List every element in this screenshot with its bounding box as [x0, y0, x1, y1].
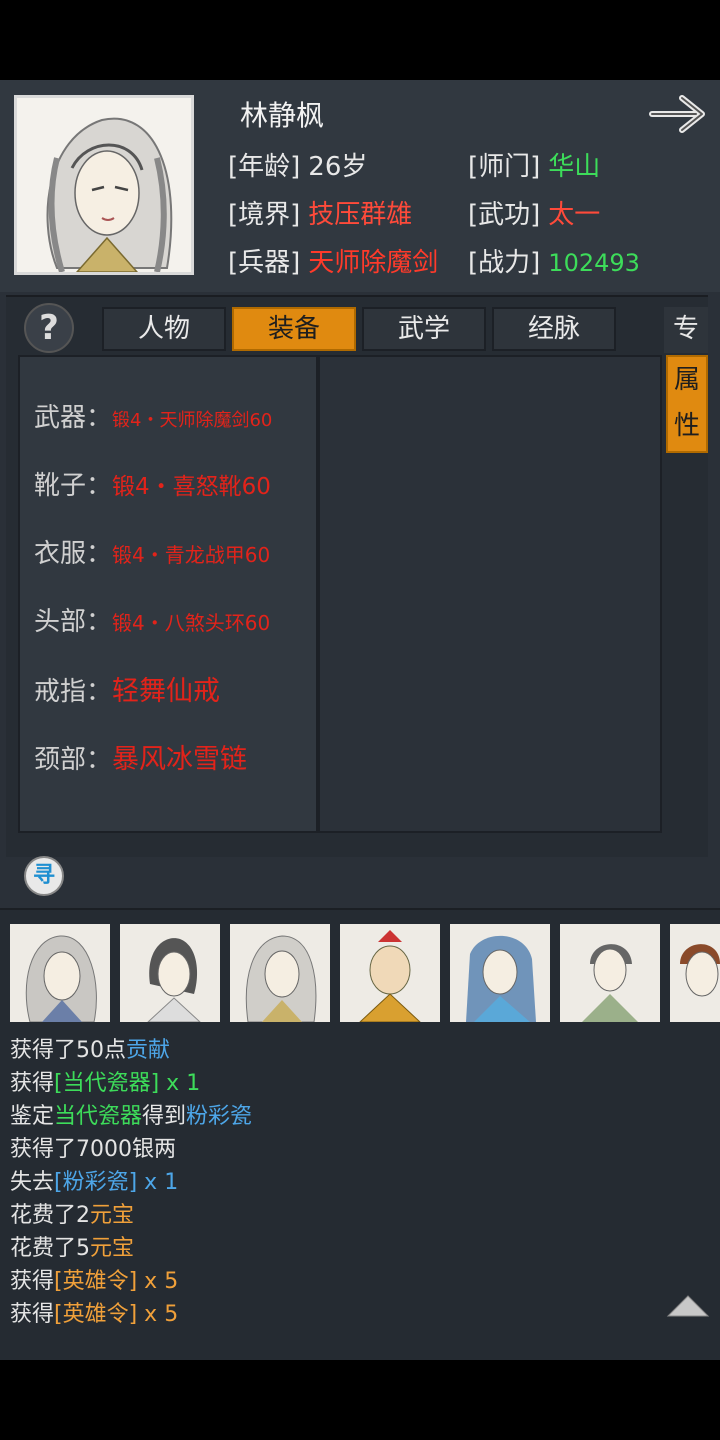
equip-slot-label: 靴子： — [34, 471, 113, 501]
weapon-row: [兵器] 天师除魔剑 — [228, 242, 438, 279]
log-line: 获得了7000银两 — [10, 1137, 176, 1162]
school-row: [师门] 华山 — [468, 146, 600, 183]
character-portrait[interactable] — [14, 95, 194, 275]
side-tab-attributes-char2: 性 — [673, 411, 700, 441]
weapon-label: [兵器] — [228, 248, 301, 278]
equip-row-boots[interactable]: 靴子：锻4・喜怒靴60 — [34, 465, 271, 502]
log-line: 花费了2元宝 — [10, 1203, 135, 1228]
portrait-illustration — [17, 98, 191, 272]
equip-item-name: 轻舞仙戒 — [112, 676, 221, 707]
log-line: 获得[英雄令] x 5 — [10, 1269, 179, 1294]
equip-item-name: 锻4・青龙战甲60 — [112, 543, 271, 567]
search-icon[interactable]: 寻 — [24, 856, 64, 896]
character-thumbnail[interactable] — [670, 924, 720, 1022]
equipment-detail-pane — [318, 355, 662, 833]
thumbnail-illustration — [450, 924, 550, 1022]
realm-value: 技压群雄 — [308, 200, 413, 230]
thumbnail-illustration — [10, 924, 110, 1022]
equipment-list: 武器：锻4・天师除魔剑60 靴子：锻4・喜怒靴60 衣服：锻4・青龙战甲60 头… — [18, 355, 318, 833]
message-log-area: 获得了50点贡献 获得[当代瓷器] x 1 鉴定当代瓷器得到粉彩瓷 获得了700… — [0, 908, 720, 1360]
character-thumbnail[interactable] — [10, 924, 110, 1022]
character-thumbnail[interactable] — [560, 924, 660, 1022]
arrow-right-icon[interactable] — [648, 92, 710, 136]
age-row: [年龄] 26岁 — [228, 146, 367, 183]
character-thumbnail[interactable] — [340, 924, 440, 1022]
thumbnail-illustration — [120, 924, 220, 1022]
martial-row: [武功] 太一 — [468, 194, 600, 231]
log-line: 花费了5元宝 — [10, 1236, 135, 1261]
martial-label: [武功] — [468, 200, 541, 230]
age-value: 26岁 — [308, 152, 368, 182]
character-thumbnail-strip — [10, 924, 720, 1022]
log-line: 获得了50点贡献 — [10, 1038, 171, 1063]
equip-row-weapon[interactable]: 武器：锻4・天师除魔剑60 — [34, 397, 272, 434]
tab-equipment[interactable]: 装备 — [232, 307, 356, 351]
martial-value: 太一 — [548, 200, 601, 230]
equip-item-name: 锻4・八煞头环60 — [112, 611, 271, 635]
realm-label: [境界] — [228, 200, 301, 230]
equipment-panel: ? 人物 装备 武学 经脉 专 属 性 武器：锻4・天师除魔剑60 靴子：锻4・… — [6, 295, 708, 857]
thumbnail-illustration — [560, 924, 660, 1022]
school-value: 华山 — [548, 152, 601, 182]
tab-martial-arts[interactable]: 武学 — [362, 307, 486, 351]
realm-row: [境界] 技压群雄 — [228, 194, 412, 231]
side-tab-attributes-char1: 属 — [673, 365, 700, 395]
game-screen: 林静枫 [年龄] 26岁 [师门] 华山 [境界] 技压群雄 [武功] 太一 [兵器] 天… — [0, 80, 720, 1360]
character-thumbnail[interactable] — [230, 924, 330, 1022]
equip-item-name: 暴风冰雪链 — [112, 744, 248, 775]
equip-row-ring[interactable]: 戒指：轻舞仙戒 — [34, 669, 220, 708]
age-label: [年龄] — [228, 152, 301, 182]
equip-slot-label: 颈部： — [34, 745, 113, 775]
equip-row-neck[interactable]: 颈部：暴风冰雪链 — [34, 737, 247, 776]
weapon-value: 天师除魔剑 — [308, 248, 439, 278]
equip-item-name: 锻4・喜怒靴60 — [112, 474, 271, 500]
power-label: [战力] — [468, 248, 541, 278]
school-label: [师门] — [468, 152, 541, 182]
character-thumbnail[interactable] — [120, 924, 220, 1022]
character-thumbnail[interactable] — [450, 924, 550, 1022]
equip-row-head[interactable]: 头部：锻4・八煞头环60 — [34, 601, 270, 638]
equip-item-name: 锻4・天师除魔剑60 — [112, 410, 273, 431]
power-row: [战力] 102493 — [468, 242, 640, 279]
scroll-up-icon[interactable] — [666, 1292, 710, 1318]
thumbnail-illustration — [670, 924, 720, 1022]
log-line: 鉴定当代瓷器得到粉彩瓷 — [10, 1104, 253, 1129]
help-icon[interactable]: ? — [24, 303, 74, 353]
character-header: 林静枫 [年龄] 26岁 [师门] 华山 [境界] 技压群雄 [武功] 太一 [兵器] 天… — [0, 80, 720, 292]
tab-meridians[interactable]: 经脉 — [492, 307, 616, 351]
log-line: 获得[英雄令] x 5 — [10, 1302, 179, 1327]
side-tab-special[interactable]: 专 — [664, 307, 708, 353]
thumbnail-illustration — [230, 924, 330, 1022]
tab-character[interactable]: 人物 — [102, 307, 226, 351]
power-value: 102493 — [548, 249, 640, 277]
log-line: 获得[当代瓷器] x 1 — [10, 1071, 201, 1096]
equip-slot-label: 头部： — [34, 607, 113, 637]
equip-slot-label: 戒指： — [34, 677, 113, 707]
equip-row-clothes[interactable]: 衣服：锻4・青龙战甲60 — [34, 533, 270, 570]
character-name: 林静枫 — [240, 99, 325, 132]
log-line: 失去[粉彩瓷] x 1 — [10, 1170, 179, 1195]
side-tab-attributes[interactable]: 属 性 — [666, 355, 708, 453]
equip-slot-label: 武器： — [34, 403, 113, 433]
equip-slot-label: 衣服： — [34, 539, 113, 569]
thumbnail-illustration — [340, 924, 440, 1022]
